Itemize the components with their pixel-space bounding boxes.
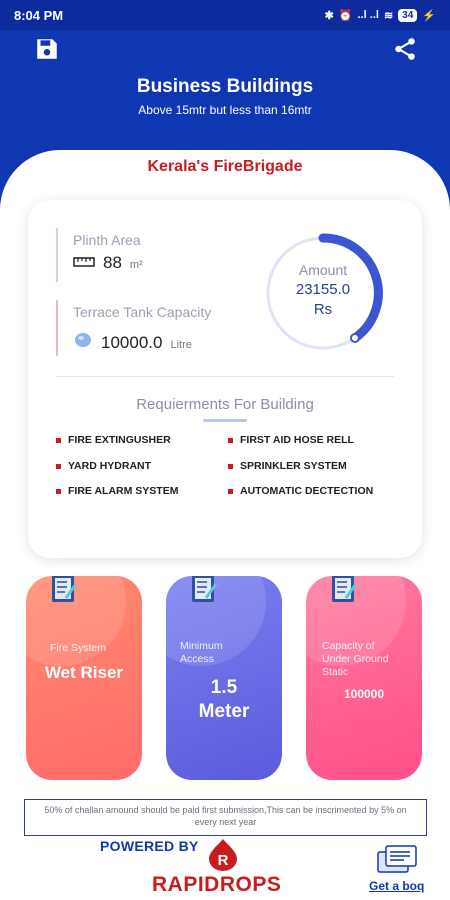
requirement-item: FIRST AID HOSE RELL bbox=[228, 434, 354, 446]
tank-capacity-unit: Litre bbox=[170, 339, 192, 351]
summary-card: Plinth Area 88 m² Terrace Tank Capacity … bbox=[28, 200, 422, 558]
page-title: Business Buildings bbox=[136, 76, 314, 97]
status-icons: ✱ ⏰ ..l ..l ≋ 34 ⚡ bbox=[324, 8, 436, 22]
status-time: 8:04 PM bbox=[14, 7, 64, 23]
bluetooth-icon: ✱ bbox=[324, 9, 334, 22]
tank-capacity-value: 10000.0 bbox=[101, 333, 163, 352]
plinth-area-block: Plinth Area 88 m² bbox=[56, 228, 143, 282]
checklist-icon bbox=[192, 576, 218, 602]
get-boq-link[interactable]: Get a boq bbox=[369, 879, 424, 893]
payment-notice: 50% of challan amound should be paid fir… bbox=[24, 799, 427, 836]
document-icon[interactable] bbox=[376, 844, 420, 874]
requirement-item: YARD HYDRANT bbox=[56, 460, 151, 472]
page-subtitle: Above 15mtr but less than 16mtr bbox=[138, 103, 312, 117]
save-icon[interactable] bbox=[34, 36, 60, 62]
logo-letter: R bbox=[218, 852, 229, 869]
tank-capacity-label: Terrace Tank Capacity bbox=[73, 304, 212, 320]
share-icon[interactable] bbox=[392, 36, 418, 62]
requirement-item: SPRINKLER SYSTEM bbox=[228, 460, 347, 472]
amount-label: Amount bbox=[298, 262, 348, 278]
alarm-icon: ⏰ bbox=[338, 9, 353, 22]
requirements-underline bbox=[203, 419, 247, 422]
plinth-area-label: Plinth Area bbox=[73, 232, 141, 248]
brand-name: RAPIDROPS bbox=[152, 873, 282, 896]
underground-static-value: 100000 bbox=[343, 687, 385, 701]
fire-system-label: Fire System bbox=[50, 642, 107, 654]
rapidrops-logo-icon: R bbox=[209, 839, 237, 871]
ruler-icon bbox=[73, 257, 95, 267]
fire-system-tile[interactable]: Fire System Wet Riser bbox=[26, 576, 142, 780]
requirement-item: AUTOMATIC DECTECTION bbox=[228, 485, 373, 497]
powered-by-label: POWERED BY bbox=[100, 838, 199, 854]
amount-unit: Rs bbox=[313, 301, 333, 318]
status-bar: 8:04 PM ✱ ⏰ ..l ..l ≋ 34 ⚡ bbox=[0, 0, 450, 30]
checklist-icon bbox=[332, 576, 358, 602]
underground-static-label: Capacity of Under Ground Static bbox=[322, 640, 389, 678]
minimum-access-value: 1.5 Meter bbox=[198, 677, 250, 722]
plinth-area-unit: m² bbox=[129, 259, 143, 271]
amount-value: 23155.0 bbox=[295, 281, 351, 298]
signal-icon: ..l ..l bbox=[357, 9, 379, 21]
battery-icon: 34 bbox=[398, 8, 418, 22]
requirement-item: FIRE ALARM SYSTEM bbox=[56, 485, 178, 497]
requirements-title: Requierments For Building bbox=[136, 396, 314, 413]
wifi-icon: ≋ bbox=[383, 9, 394, 22]
fire-system-value: Wet Riser bbox=[44, 663, 124, 682]
checklist-icon bbox=[52, 576, 78, 602]
amount-display: Amount 23155.0 Rs bbox=[260, 262, 386, 318]
plinth-area-value: 88 bbox=[103, 253, 122, 272]
minimum-access-label: Minimum Access bbox=[180, 640, 223, 665]
requirement-item: FIRE EXTINGUSHER bbox=[56, 434, 171, 446]
card-divider bbox=[56, 376, 394, 377]
charging-icon: ⚡ bbox=[422, 9, 436, 22]
underground-static-tile[interactable]: Capacity of Under Ground Static 100000 bbox=[306, 576, 422, 780]
water-drop-icon bbox=[75, 333, 91, 347]
minimum-access-tile[interactable]: Minimum Access 1.5 Meter bbox=[166, 576, 282, 780]
tank-capacity-block: Terrace Tank Capacity 10000.0 Litre bbox=[56, 300, 211, 356]
org-name: Kerala's FireBrigade bbox=[147, 158, 303, 175]
